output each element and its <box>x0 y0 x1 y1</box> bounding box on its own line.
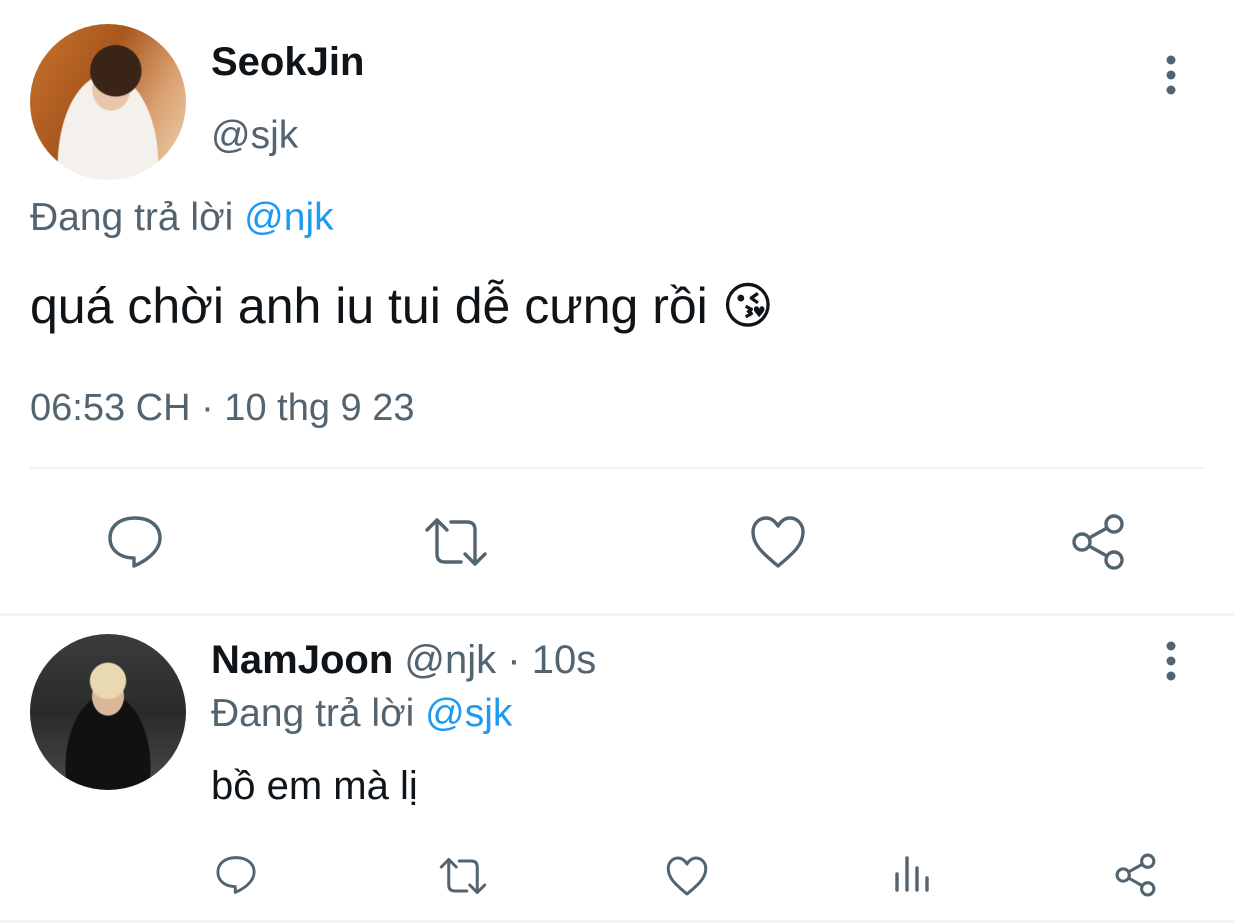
section-divider <box>0 613 1235 616</box>
reply-share-icon[interactable] <box>1114 852 1160 898</box>
reply-text: bồ em mà lị <box>211 764 418 808</box>
views-icon[interactable] <box>892 854 932 894</box>
reply-replying-prefix: Đang trả lời <box>211 692 415 735</box>
tweet-timestamp[interactable]: 06:53 CH · 10 thg 9 23 <box>30 384 414 432</box>
divider <box>30 467 1204 469</box>
reply-retweet-icon[interactable] <box>438 855 488 897</box>
retweet-icon[interactable] <box>423 514 489 570</box>
more-options-icon[interactable] <box>1156 54 1186 98</box>
reply-display-name[interactable]: NamJoon <box>211 638 393 682</box>
author-display-name[interactable]: SeokJin <box>211 38 364 86</box>
author-avatar[interactable] <box>30 24 186 180</box>
share-icon[interactable] <box>1070 512 1130 572</box>
replying-to: Đang trả lời @njk <box>30 194 334 242</box>
reply-reply-icon[interactable] <box>215 854 257 896</box>
reply-replying-to: Đang trả lời @sjk <box>211 690 512 738</box>
like-icon[interactable] <box>749 514 807 570</box>
reply-more-options-icon[interactable] <box>1156 640 1186 684</box>
reply-header: NamJoon @njk · 10s <box>211 636 596 684</box>
tweet-body: quá chời anh iu tui dễ cưng rồi <box>30 278 708 334</box>
replying-to-handle-link[interactable]: @njk <box>244 196 333 239</box>
replying-prefix: Đang trả lời <box>30 196 234 239</box>
reply-like-icon[interactable] <box>665 855 709 897</box>
reply-handle[interactable]: @njk <box>404 638 496 682</box>
kiss-emoji: 😘 <box>721 278 774 334</box>
author-handle[interactable]: @sjk <box>211 112 298 160</box>
reply-icon[interactable] <box>106 514 164 570</box>
tweet-text: quá chời anh iu tui dễ cưng rồi 😘 <box>30 274 774 338</box>
reply-separator: · <box>507 638 521 682</box>
bottom-divider <box>0 920 1235 923</box>
reply-replying-to-handle-link[interactable]: @sjk <box>425 692 512 735</box>
reply-time[interactable]: 10s <box>532 638 597 682</box>
reply-author-avatar[interactable] <box>30 634 186 790</box>
